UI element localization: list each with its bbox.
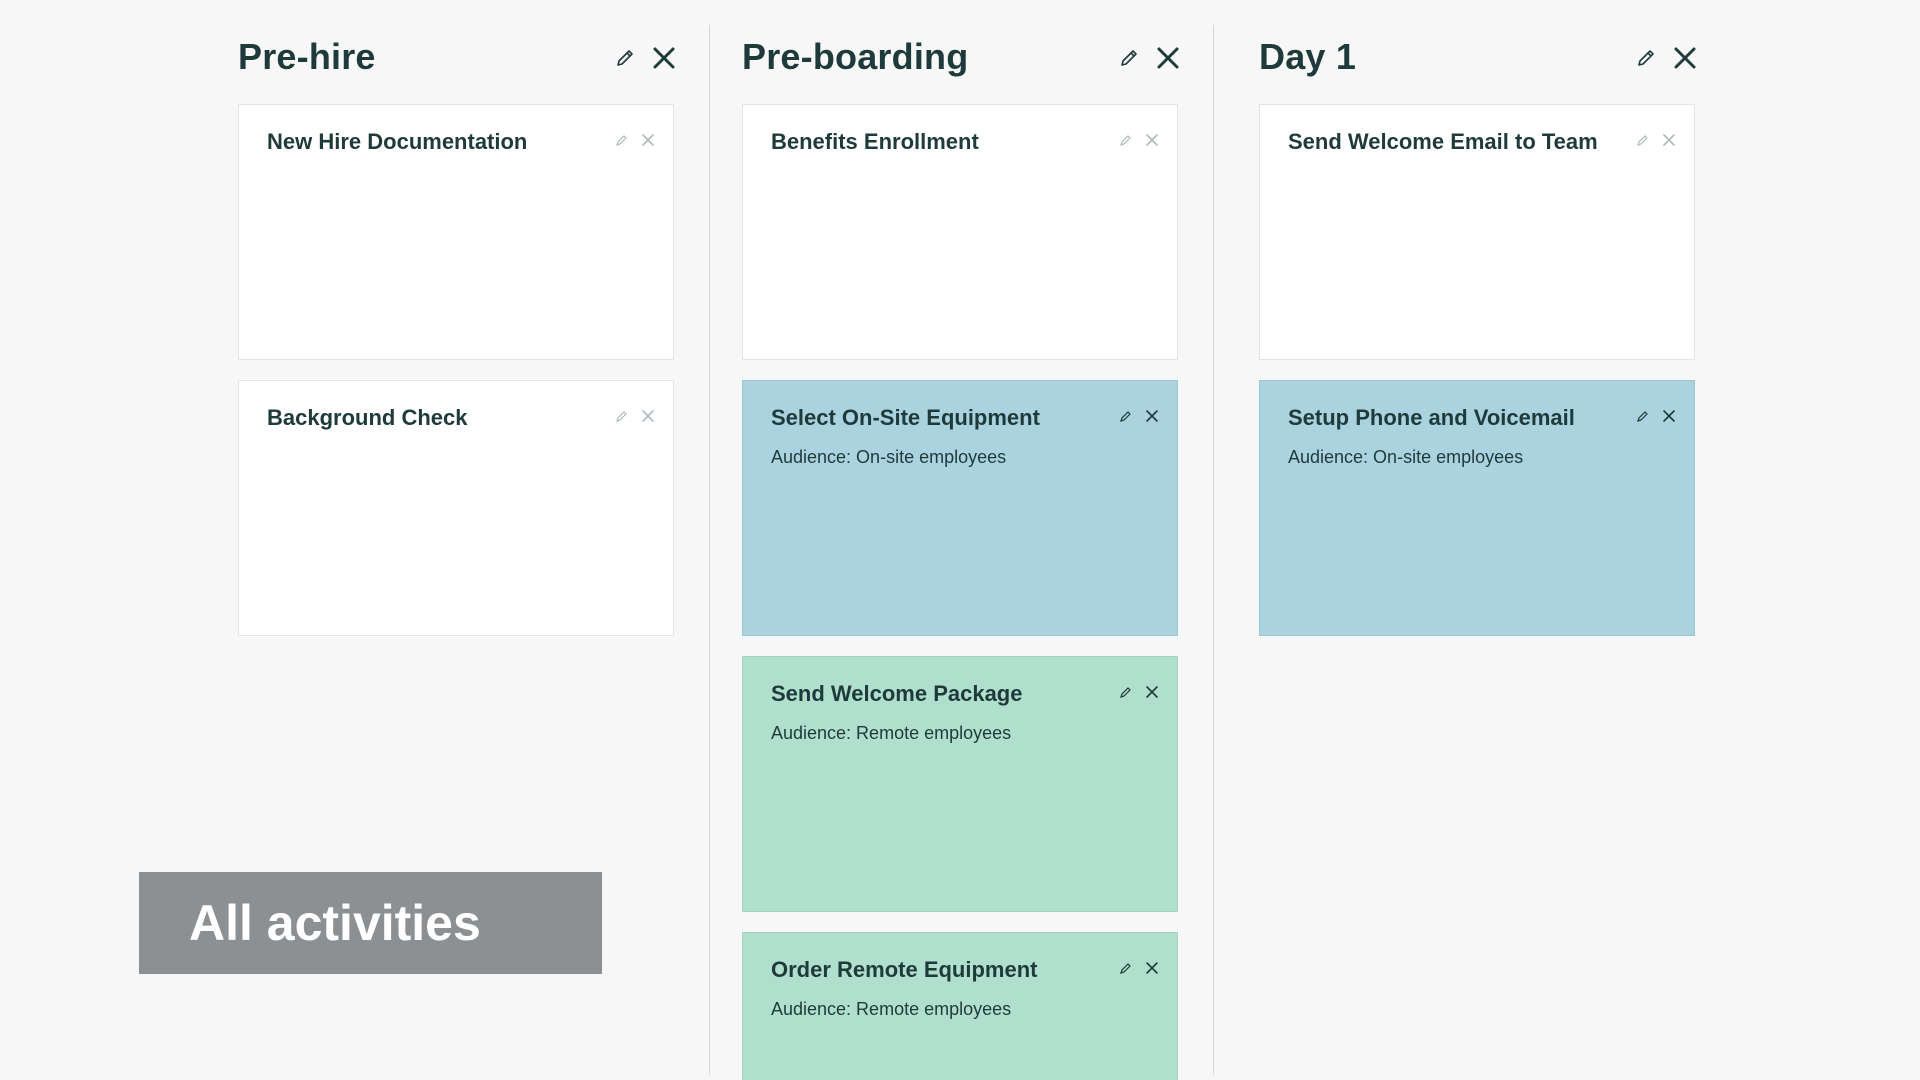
card-audience: Audience: Remote employees [771, 723, 1012, 743]
card-title: Send Welcome Package [771, 681, 1023, 706]
card-actions [1636, 133, 1676, 147]
activity-card[interactable]: Send Welcome Email to Team [1259, 104, 1695, 360]
pencil-icon[interactable] [1119, 685, 1133, 699]
card-audience: Audience: Remote employees [771, 999, 1012, 1019]
activity-card[interactable]: Send Welcome Package Audience: Remote em… [742, 656, 1178, 912]
banner-label: All activities [189, 895, 481, 951]
activity-card[interactable]: Background Check [238, 380, 674, 636]
column-divider [709, 25, 710, 1075]
close-icon[interactable] [1145, 409, 1159, 423]
column-title: Day 1 [1259, 36, 1357, 77]
card-audience: Audience: On-site employees [771, 447, 1007, 467]
card-actions [1119, 961, 1159, 975]
column-day-1: Day 1 Send Welcome Email to Team Setup P… [1259, 0, 1697, 636]
pencil-icon[interactable] [615, 133, 629, 147]
card-title: Background Check [267, 405, 468, 430]
all-activities-banner: All activities [139, 872, 602, 974]
card-audience: Audience: On-site employees [1288, 447, 1524, 467]
card-actions [615, 409, 655, 423]
card-title: Select On-Site Equipment [771, 405, 1040, 430]
pencil-icon[interactable] [614, 47, 636, 69]
column-divider [1213, 25, 1214, 1075]
card-actions [1119, 409, 1159, 423]
card-actions [1119, 685, 1159, 699]
close-icon[interactable] [1662, 133, 1676, 147]
card-title: Setup Phone and Voicemail [1288, 405, 1575, 430]
pencil-icon[interactable] [615, 409, 629, 423]
onboarding-board: Pre-hire New Hire Documentation Backgrou… [0, 0, 1920, 1080]
activity-card[interactable]: Select On-Site Equipment Audience: On-si… [742, 380, 1178, 636]
close-icon[interactable] [641, 409, 655, 423]
card-actions [1636, 409, 1676, 423]
close-icon[interactable] [652, 46, 676, 70]
pencil-icon[interactable] [1119, 409, 1133, 423]
activity-card[interactable]: New Hire Documentation [238, 104, 674, 360]
card-title: Send Welcome Email to Team [1288, 129, 1598, 154]
column-title: Pre-boarding [742, 36, 969, 77]
column-header: Pre-hire [238, 0, 676, 104]
activity-card[interactable]: Benefits Enrollment [742, 104, 1178, 360]
close-icon[interactable] [641, 133, 655, 147]
pencil-icon[interactable] [1119, 961, 1133, 975]
pencil-icon[interactable] [1636, 409, 1650, 423]
column-pre-hire: Pre-hire New Hire Documentation Backgrou… [238, 0, 676, 636]
pencil-icon[interactable] [1119, 133, 1133, 147]
column-title: Pre-hire [238, 36, 376, 77]
card-title: Order Remote Equipment [771, 957, 1038, 982]
card-title: New Hire Documentation [267, 129, 528, 154]
close-icon[interactable] [1145, 133, 1159, 147]
close-icon[interactable] [1145, 685, 1159, 699]
column-actions [614, 46, 676, 70]
column-actions [1118, 46, 1180, 70]
activity-card[interactable]: Setup Phone and Voicemail Audience: On-s… [1259, 380, 1695, 636]
pencil-icon[interactable] [1635, 47, 1657, 69]
column-pre-boarding: Pre-boarding Benefits Enrollment Select … [742, 0, 1180, 1080]
close-icon[interactable] [1662, 409, 1676, 423]
column-header: Pre-boarding [742, 0, 1180, 104]
pencil-icon[interactable] [1118, 47, 1140, 69]
card-actions [615, 133, 655, 147]
close-icon[interactable] [1145, 961, 1159, 975]
card-actions [1119, 133, 1159, 147]
close-icon[interactable] [1673, 46, 1697, 70]
column-actions [1635, 46, 1697, 70]
activity-card[interactable]: Order Remote Equipment Audience: Remote … [742, 932, 1178, 1080]
column-header: Day 1 [1259, 0, 1697, 104]
close-icon[interactable] [1156, 46, 1180, 70]
card-title: Benefits Enrollment [771, 129, 979, 154]
pencil-icon[interactable] [1636, 133, 1650, 147]
